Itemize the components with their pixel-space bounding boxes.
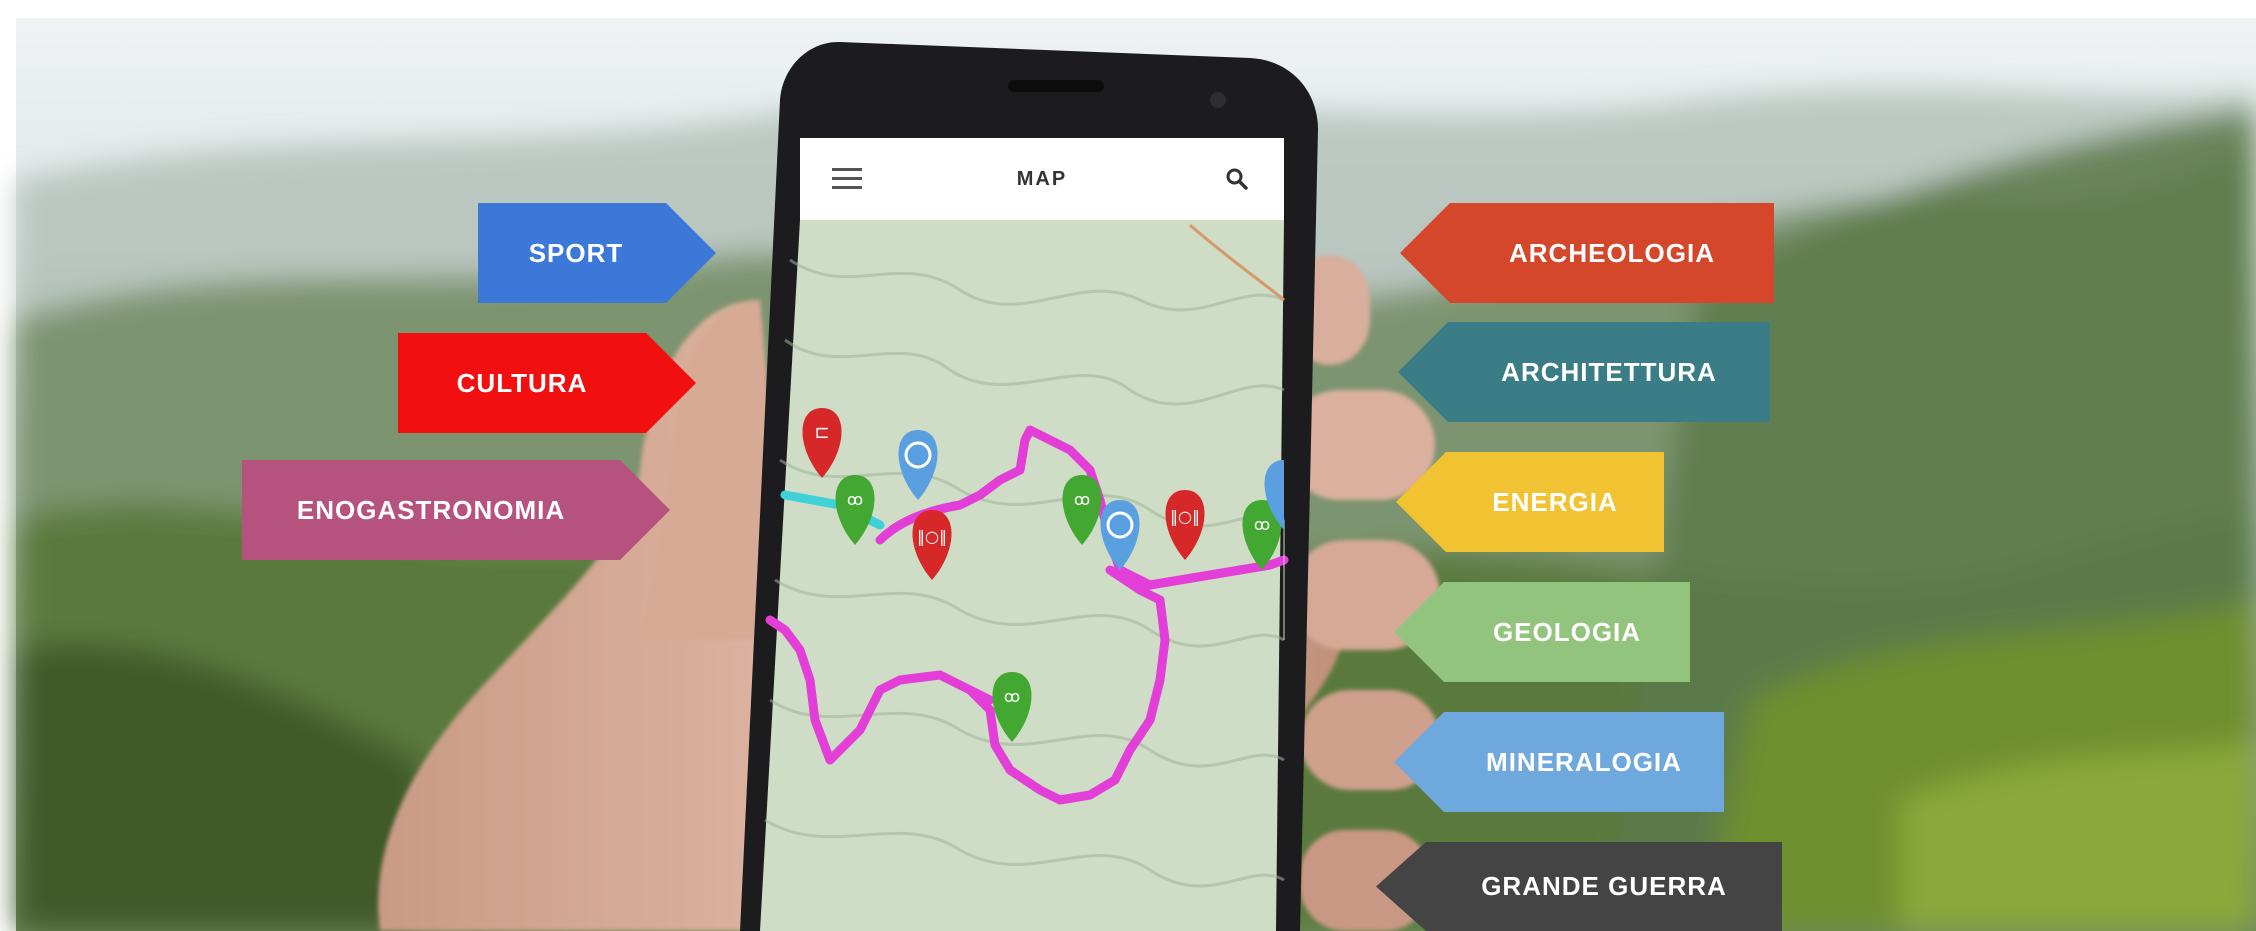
app-header: MAP — [800, 138, 1284, 220]
category-architettura[interactable]: ARCHITETTURA — [1398, 322, 1770, 422]
category-enogastronomia[interactable]: ENOGASTRONOMIA — [242, 460, 670, 560]
hero-banner: MAP ⊏ ꝏ ‖○‖ ꝏ ‖○‖ ꝏ ꝏ SPORT CULTURA ENOG… — [0, 0, 2256, 931]
category-cultura[interactable]: CULTURA — [398, 333, 696, 433]
category-geologia[interactable]: GEOLOGIA — [1394, 582, 1690, 682]
category-sport[interactable]: SPORT — [478, 203, 716, 303]
hamburger-menu-icon[interactable] — [830, 162, 864, 196]
app-title: MAP — [1016, 167, 1068, 190]
category-mineralogia[interactable]: MINERALOGIA — [1394, 712, 1724, 812]
category-energia[interactable]: ENERGIA — [1396, 452, 1664, 552]
search-icon[interactable] — [1220, 162, 1254, 196]
category-grande-guerra[interactable]: GRANDE GUERRA — [1376, 842, 1782, 931]
category-archeologia[interactable]: ARCHEOLOGIA — [1400, 203, 1774, 303]
